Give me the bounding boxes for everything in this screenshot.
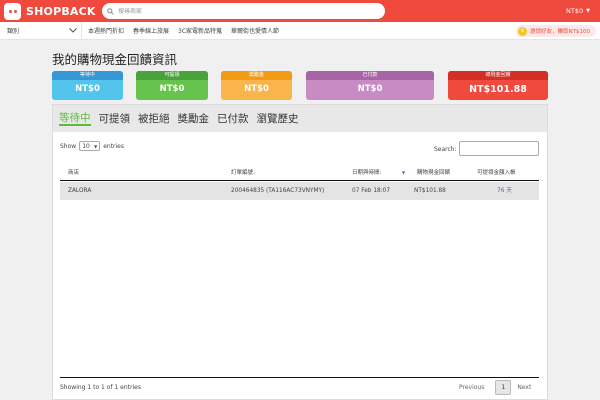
column-order-number[interactable]: 訂單編號: <box>231 165 255 181</box>
tab-rewards[interactable]: 獎勵金 <box>178 111 210 126</box>
show-label: Show <box>60 142 77 150</box>
summary-card-label: 等待中 <box>52 71 123 80</box>
column-store[interactable]: 商店 <box>68 165 79 181</box>
nav-link-3c-appliances[interactable]: 3C家電新品特蒐 <box>178 26 222 35</box>
search-input[interactable] <box>118 7 368 15</box>
tab-rejected[interactable]: 被拒絕 <box>138 111 170 126</box>
summary-card-label: 總現金回饋 <box>448 71 548 80</box>
category-label: 類別 <box>7 28 20 35</box>
column-date-time[interactable]: 日期與時間: <box>352 165 381 181</box>
coin-icon: $ <box>518 26 528 36</box>
invite-friends-button[interactable]: $ 邀請好友，賺取NT$100 <box>516 25 596 37</box>
table-search-label: Search: <box>434 146 457 153</box>
column-claimable-date[interactable]: 可提領金額入帳 <box>477 165 516 181</box>
shopback-logo[interactable]: SHOPBACK <box>4 2 96 20</box>
top-bar: SHOPBACK NT$0 ▼ <box>0 0 600 22</box>
tab-bar: 等待中 可提領 被拒絕 獎勵金 已付款 瀏覽歷史 <box>53 105 547 132</box>
entries-label: entries <box>103 142 125 150</box>
table-bottom-divider <box>60 377 539 378</box>
page-size-select[interactable]: 10 ▼ <box>79 141 101 151</box>
pagination: Previous 1 Next <box>459 380 531 395</box>
summary-card-label: 已付款 <box>306 71 434 80</box>
summary-card-total: 總現金回饋 NT$101.88 <box>448 71 548 100</box>
summary-card-claimable: 可提領 NT$0 <box>136 71 208 100</box>
summary-card-amount: NT$101.88 <box>469 84 527 95</box>
chevron-down-icon: ▼ <box>586 8 590 14</box>
previous-page-button[interactable]: Previous <box>459 384 484 391</box>
cell-date-time: 07 Feb 18:07 <box>352 188 391 194</box>
table-info: Showing 1 to 1 of 1 entries <box>60 384 141 391</box>
logo-text: SHOPBACK <box>26 4 96 18</box>
tab-pending[interactable]: 等待中 <box>59 112 91 126</box>
balance-dropdown[interactable]: NT$0 ▼ <box>566 0 590 22</box>
column-cashback[interactable]: 購物現金回饋 <box>417 165 450 181</box>
page-1-button[interactable]: 1 <box>495 380 512 395</box>
nav-links: 本週熱門折扣 春季線上旅展 3C家電新品特蒐 華爾街也愛情人節 <box>88 26 288 35</box>
chevron-down-icon <box>69 28 77 33</box>
logo-mark-icon <box>4 2 21 20</box>
tab-browsing-history[interactable]: 瀏覽歷史 <box>257 111 299 126</box>
tab-claimable[interactable]: 可提領 <box>99 111 131 126</box>
summary-card-amount: NT$0 <box>159 84 185 94</box>
search-bar[interactable] <box>102 3 385 19</box>
sort-desc-icon[interactable]: ▼ <box>402 165 405 181</box>
summary-card-reward: 獎勵金 NT$0 <box>221 71 292 100</box>
summary-card-amount: NT$0 <box>244 84 269 94</box>
cashback-panel: 等待中 可提領 被拒絕 獎勵金 已付款 瀏覽歷史 Show 10 ▼ entri… <box>52 104 548 400</box>
table-header: 商店 訂單編號: 日期與時間: ▼ 購物現金回饋 可提領金額入帳 <box>60 165 539 181</box>
nav-link-weekly-deals[interactable]: 本週熱門折扣 <box>88 26 124 35</box>
summary-card-pending: 等待中 NT$0 <box>52 71 123 100</box>
summary-card-amount: NT$0 <box>75 84 100 94</box>
page-title: 我的購物現金回饋資訊 <box>52 52 178 67</box>
cell-claimable-days: 76 天 <box>497 188 513 194</box>
tab-paid[interactable]: 已付款 <box>217 111 249 126</box>
page-size-control: Show 10 ▼ entries <box>60 141 124 151</box>
nav-link-travel-fair[interactable]: 春季線上旅展 <box>133 26 169 35</box>
summary-card-label: 獎勵金 <box>221 71 292 80</box>
cell-store: ZALORA <box>68 188 92 194</box>
page-size-value: 10 <box>82 142 90 150</box>
category-dropdown[interactable]: 類別 <box>0 21 82 40</box>
summary-card-paid: 已付款 NT$0 <box>306 71 434 100</box>
balance-amount: NT$0 <box>566 7 584 15</box>
summary-card-amount: NT$0 <box>357 84 383 94</box>
invite-friends-label: 邀請好友，賺取NT$100 <box>530 29 590 35</box>
next-page-button[interactable]: Next <box>517 384 531 391</box>
table-search-input[interactable] <box>459 141 539 156</box>
search-icon <box>107 7 114 15</box>
chevron-down-icon: ▼ <box>94 143 98 149</box>
cell-cashback: NT$101.88 <box>414 188 446 194</box>
table-row[interactable]: ZALORA 200464835 (TA116AC73VNYMY) 07 Feb… <box>60 182 539 200</box>
sub-navigation: 類別 本週熱門折扣 春季線上旅展 3C家電新品特蒐 華爾街也愛情人節 $ 邀請好… <box>0 21 600 40</box>
cell-order-number: 200464835 (TA116AC73VNYMY) <box>231 188 325 194</box>
summary-card-label: 可提領 <box>136 71 208 80</box>
nav-link-valentines[interactable]: 華爾街也愛情人節 <box>231 26 279 35</box>
